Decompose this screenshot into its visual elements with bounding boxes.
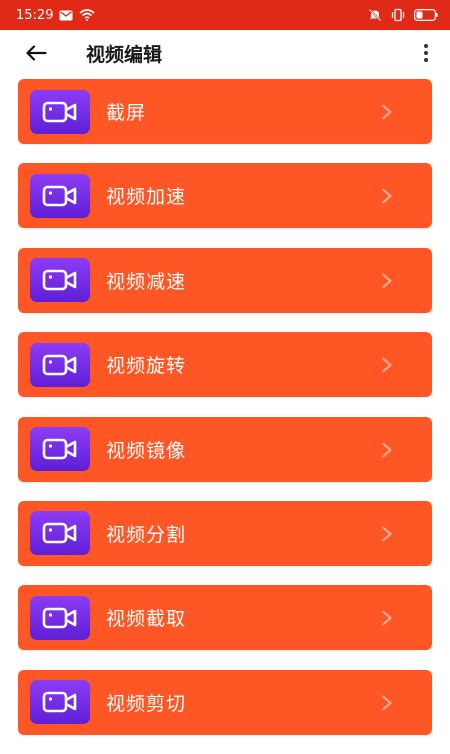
list-item-label: 视频加速 (106, 186, 187, 209)
video-camera-icon (30, 511, 90, 556)
more-options-button[interactable] (418, 38, 434, 68)
list-item-label: 截屏 (106, 102, 147, 124)
more-vertical-icon (424, 44, 428, 62)
list-item[interactable]: 视频减速 (18, 247, 432, 313)
list-item-label: 视频截取 (106, 608, 187, 631)
video-camera-icon (30, 173, 90, 218)
chevron-right-icon (380, 441, 394, 459)
video-camera-icon (30, 258, 90, 303)
video-camera-icon (30, 595, 90, 640)
menu-list: 截屏视频加速视频减速视频旋转视频镜像视频分割视频截取视频剪切 (18, 79, 432, 754)
video-camera-icon (30, 342, 90, 387)
list-item[interactable]: 截屏 (18, 79, 432, 144)
list-item-label: 视频镜像 (106, 439, 187, 462)
wifi-icon (79, 9, 95, 21)
list-item[interactable]: 视频镜像 (18, 416, 432, 482)
chevron-right-icon (380, 187, 394, 205)
app-bar: 视频编辑 (0, 30, 450, 76)
arrow-left-icon (26, 45, 47, 61)
battery-icon (414, 9, 438, 21)
video-camera-icon (30, 427, 90, 472)
list-item[interactable]: 视频分割 (18, 500, 432, 566)
list-item[interactable]: 视频旋转 (18, 332, 432, 398)
status-bar: 15:29 (0, 0, 450, 30)
list-item[interactable]: 视频加速 (18, 163, 432, 229)
video-camera-icon (30, 680, 90, 725)
status-time: 15:29 (16, 7, 54, 23)
chevron-right-icon (380, 103, 394, 121)
mail-notification-icon (59, 10, 73, 21)
chevron-right-icon (380, 356, 394, 374)
list-item-label: 视频旋转 (106, 355, 187, 378)
video-camera-icon (30, 89, 90, 134)
chevron-right-icon (380, 694, 394, 712)
list-item-label: 视频减速 (106, 270, 187, 293)
list-item[interactable]: 视频截取 (18, 585, 432, 651)
list-item-label: 视频剪切 (106, 692, 187, 715)
list-item[interactable]: 视频剪切 (18, 669, 432, 735)
back-button[interactable] (20, 37, 52, 69)
page-title: 视频编辑 (86, 43, 163, 66)
chevron-right-icon (380, 525, 394, 543)
vibrate-icon (390, 8, 406, 22)
mute-icon (368, 8, 382, 22)
chevron-right-icon (380, 609, 394, 627)
list-item-label: 视频分割 (106, 523, 187, 546)
chevron-right-icon (380, 272, 394, 290)
